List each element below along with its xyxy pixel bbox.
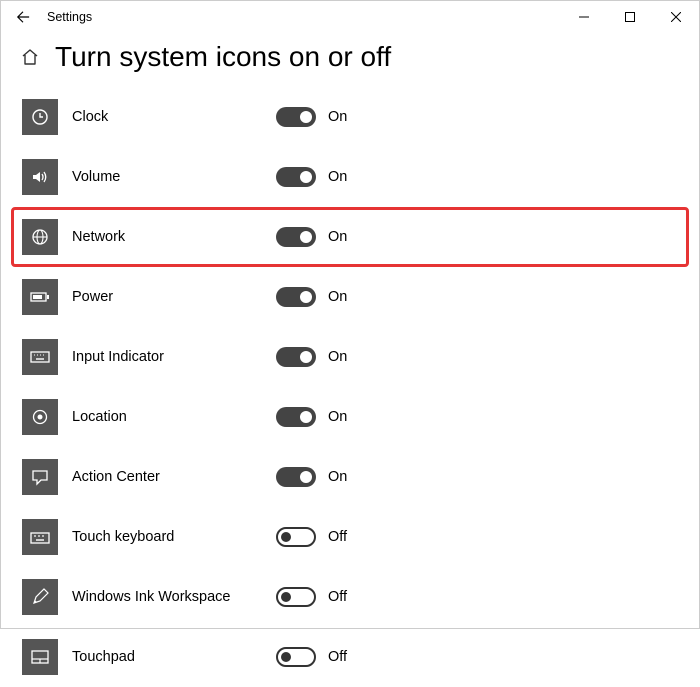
toggle-state-label: Off [328,529,347,545]
list-item: Location On [22,394,678,440]
setting-label: Action Center [72,469,272,485]
toggle-state-label: Off [328,589,347,605]
toggle-input-indicator[interactable] [276,347,316,367]
home-button[interactable] [19,46,41,68]
setting-label: Touch keyboard [72,529,272,545]
list-item: Windows Ink Workspace Off [22,574,678,620]
close-icon [671,12,681,22]
keyboard-icon [22,339,58,375]
setting-row-location: Location On [11,387,689,447]
setting-label: Touchpad [72,649,272,665]
toggle-state-label: On [328,289,347,305]
toggle-area: On [276,107,347,127]
volume-icon [22,159,58,195]
toggle-thumb [300,351,312,363]
setting-row-clock: Clock On [11,87,689,147]
setting-row-touch-keyboard: Touch keyboard Off [11,507,689,567]
setting-row-action-center: Action Center On [11,447,689,507]
close-button[interactable] [653,2,699,32]
toggle-thumb [300,111,312,123]
toggle-thumb [300,471,312,483]
window-controls [561,2,699,32]
minimize-icon [579,12,589,22]
toggle-state-label: On [328,169,347,185]
toggle-clock[interactable] [276,107,316,127]
toggle-thumb [281,592,291,602]
toggle-state-label: On [328,229,347,245]
list-item: Power On [22,274,678,320]
setting-label: Windows Ink Workspace [72,589,272,605]
list-item: Action Center On [22,454,678,500]
setting-row-power: Power On [11,267,689,327]
toggle-network[interactable] [276,227,316,247]
list-item: Input Indicator On [22,334,678,380]
toggle-thumb [300,291,312,303]
toggle-touchpad[interactable] [276,647,316,667]
setting-row-ink-workspace: Windows Ink Workspace Off [11,567,689,627]
toggle-area: On [276,347,347,367]
setting-label: Power [72,289,272,305]
toggle-area: On [276,227,347,247]
pen-icon [22,579,58,615]
list-item: Volume On [22,154,678,200]
setting-label: Input Indicator [72,349,272,365]
setting-label: Clock [72,109,272,125]
list-item: Touch keyboard Off [22,514,678,560]
setting-label: Volume [72,169,272,185]
toggle-area: On [276,407,347,427]
titlebar: Settings [1,1,699,33]
toggle-state-label: On [328,109,347,125]
page-title: Turn system icons on or off [55,41,391,73]
setting-row-input-indicator: Input Indicator On [11,327,689,387]
toggle-state-label: On [328,469,347,485]
setting-row-volume: Volume On [11,147,689,207]
setting-label: Location [72,409,272,425]
toggle-area: Off [276,527,347,547]
settings-list: ClockOnVolumeOnNetworkOnPowerOnInput Ind… [1,87,699,687]
toggle-area: On [276,467,347,487]
list-item: Clock On [22,94,678,140]
target-icon [22,399,58,435]
back-arrow-icon [16,10,30,24]
toggle-location[interactable] [276,407,316,427]
touchkb-icon [22,519,58,555]
list-item: Network On [22,214,678,260]
battery-icon [22,279,58,315]
toggle-state-label: On [328,349,347,365]
toggle-thumb [281,652,291,662]
toggle-action-center[interactable] [276,467,316,487]
page-header: Turn system icons on or off [1,33,699,87]
toggle-volume[interactable] [276,167,316,187]
list-item: Touchpad Off [22,634,678,680]
toggle-touch-keyboard[interactable] [276,527,316,547]
toggle-area: On [276,167,347,187]
toggle-state-label: On [328,409,347,425]
touchpad-icon [22,639,58,675]
toggle-ink-workspace[interactable] [276,587,316,607]
setting-row-touchpad: Touchpad Off [11,627,689,687]
window-title: Settings [47,10,92,24]
maximize-icon [625,12,635,22]
toggle-area: On [276,287,347,307]
toggle-thumb [300,411,312,423]
toggle-power[interactable] [276,287,316,307]
toggle-thumb [281,532,291,542]
toggle-state-label: Off [328,649,347,665]
toggle-area: Off [276,647,347,667]
toggle-thumb [300,171,312,183]
clock-icon [22,99,58,135]
back-button[interactable] [9,3,37,31]
message-icon [22,459,58,495]
setting-row-network: Network On [11,207,689,267]
toggle-area: Off [276,587,347,607]
home-icon [20,47,40,67]
setting-label: Network [72,229,272,245]
maximize-button[interactable] [607,2,653,32]
toggle-thumb [300,231,312,243]
globe-icon [22,219,58,255]
minimize-button[interactable] [561,2,607,32]
